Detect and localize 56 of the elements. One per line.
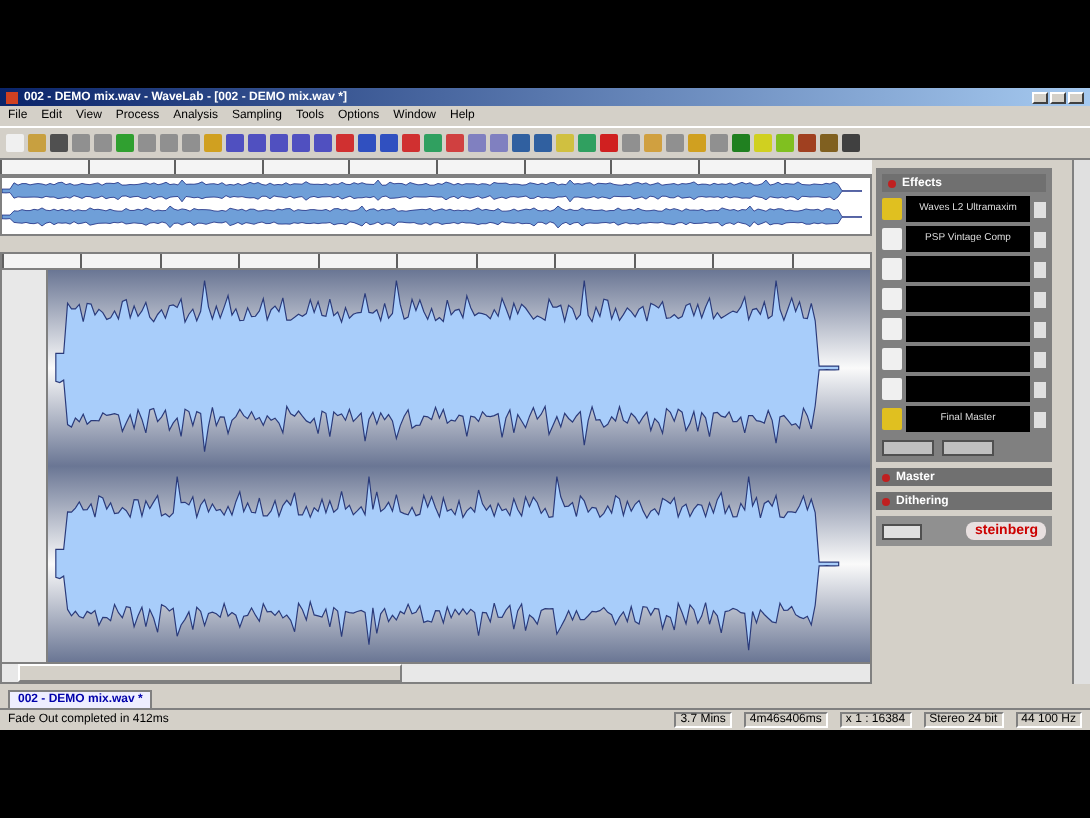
toolbar-square-icon[interactable] <box>798 134 816 152</box>
vertical-scrollbar[interactable] <box>1072 160 1090 684</box>
effect-power-icon[interactable] <box>882 318 902 340</box>
toolbar-square-icon[interactable] <box>138 134 156 152</box>
toolbar-square-icon[interactable] <box>336 134 354 152</box>
toolbar-square-icon[interactable] <box>182 134 200 152</box>
toolbar-square-icon[interactable] <box>270 134 288 152</box>
toolbar-square-icon[interactable] <box>6 134 24 152</box>
effect-power-icon[interactable] <box>882 258 902 280</box>
toolbar-square-icon[interactable] <box>292 134 310 152</box>
effect-power-icon[interactable] <box>882 408 902 430</box>
toolbar-square-icon[interactable] <box>754 134 772 152</box>
toolbar-square-icon[interactable] <box>226 134 244 152</box>
effect-power-icon[interactable] <box>882 378 902 400</box>
toolbar-square-icon[interactable] <box>160 134 178 152</box>
toolbar-square-icon[interactable] <box>490 134 508 152</box>
toolbar-square-icon[interactable] <box>732 134 750 152</box>
toolbar-square-icon[interactable] <box>204 134 222 152</box>
toolbar-square-icon[interactable] <box>72 134 90 152</box>
toolbar-square-icon[interactable] <box>380 134 398 152</box>
toolbar-square-icon[interactable] <box>50 134 68 152</box>
toolbar-square-icon[interactable] <box>314 134 332 152</box>
toolbar-square-icon[interactable] <box>248 134 266 152</box>
toolbar-square-icon[interactable] <box>600 134 618 152</box>
close-button[interactable] <box>1068 91 1084 103</box>
toolbar-square-icon[interactable] <box>644 134 662 152</box>
horizontal-scrollbar[interactable] <box>2 662 870 682</box>
minimize-button[interactable] <box>1032 91 1048 103</box>
effects-button[interactable] <box>882 440 934 456</box>
toolbar-square-icon[interactable] <box>688 134 706 152</box>
toolbar-square-icon[interactable] <box>666 134 684 152</box>
toolbar-square-icon[interactable] <box>424 134 442 152</box>
toolbar-square-icon[interactable] <box>402 134 420 152</box>
toolbar-square-icon[interactable] <box>94 134 112 152</box>
effect-power-icon[interactable] <box>882 198 902 220</box>
setup-button[interactable] <box>882 523 922 539</box>
effect-power-icon[interactable] <box>882 288 902 310</box>
effect-power-icon[interactable] <box>882 228 902 250</box>
toolbar-square-icon[interactable] <box>534 134 552 152</box>
toolbar-square-icon[interactable] <box>622 134 640 152</box>
toolbar-square-icon[interactable] <box>116 134 134 152</box>
effects-button[interactable] <box>942 440 994 456</box>
toolbar-square-icon[interactable] <box>578 134 596 152</box>
app-icon <box>6 91 18 103</box>
toolbar-square-icon[interactable] <box>28 134 46 152</box>
toolbar-square-icon[interactable] <box>446 134 464 152</box>
toolbar-square-icon[interactable] <box>468 134 486 152</box>
toolbar-square-icon[interactable] <box>556 134 574 152</box>
effect-power-icon[interactable] <box>882 348 902 370</box>
maximize-button[interactable] <box>1050 91 1066 103</box>
toolbar-square-icon[interactable] <box>710 134 728 152</box>
toolbar-square-icon[interactable] <box>820 134 838 152</box>
toolbar-square-icon[interactable] <box>842 134 860 152</box>
toolbar-square-icon[interactable] <box>358 134 376 152</box>
toolbar-square-icon[interactable] <box>776 134 794 152</box>
toolbar-square-icon[interactable] <box>512 134 530 152</box>
